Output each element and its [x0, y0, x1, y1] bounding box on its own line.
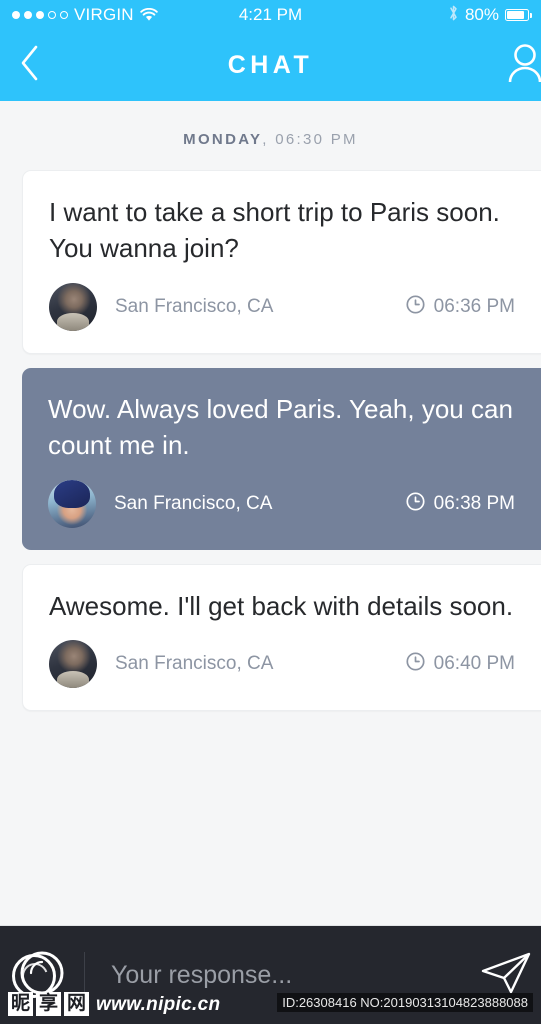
status-bar-right: 80% [448, 4, 532, 27]
message-text: Awesome. I'll get back with details soon… [49, 590, 514, 621]
message-bubble[interactable]: Awesome. I'll get back with details soon… [22, 563, 541, 712]
app-header: CHAT [0, 30, 541, 101]
person-icon [507, 42, 541, 89]
watermark-logo-icon [12, 954, 56, 998]
message-time-group: 06:40 PM [406, 652, 519, 676]
message-time-group: 06:36 PM [406, 295, 519, 319]
battery-percent-label: 80% [464, 5, 499, 24]
message-time: 06:38 PM [433, 492, 515, 514]
avatar [49, 640, 97, 689]
status-bar: VIRGIN 4:21 PM 80% [0, 0, 541, 30]
message-meta: San Francisco, CA 06:40 PM [23, 630, 541, 710]
message-location: San Francisco, CA [114, 492, 273, 514]
date-divider: MONDAY, 06:30 PM [0, 101, 541, 170]
message-location: San Francisco, CA [115, 653, 274, 675]
clock-icon [406, 652, 425, 676]
message-location: San Francisco, CA [115, 295, 274, 317]
clock-icon [406, 491, 425, 516]
message-bubble[interactable]: Wow. Always loved Paris. Yeah, you can c… [22, 367, 541, 550]
message-input[interactable] [85, 960, 471, 990]
message-bubble[interactable]: I want to take a short trip to Paris soo… [22, 170, 541, 354]
clock-icon [406, 295, 425, 319]
bluetooth-icon [448, 4, 459, 27]
date-divider-time: , 06:30 PM [262, 131, 358, 148]
date-divider-day: MONDAY [183, 131, 263, 148]
message-text: I want to take a short trip to Paris soo… [49, 197, 500, 263]
message-meta: San Francisco, CA 06:38 PM [22, 470, 541, 550]
avatar [49, 282, 97, 331]
message-list[interactable]: MONDAY, 06:30 PM I want to take a short … [0, 101, 541, 925]
battery-icon [505, 9, 532, 21]
contact-info-button[interactable] [503, 42, 541, 90]
message-meta: San Francisco, CA 06:36 PM [23, 273, 541, 353]
avatar [48, 479, 96, 528]
page-title: CHAT [227, 51, 314, 79]
chat-screen: VIRGIN 4:21 PM 80% CHAT MONDAY, 06:30 PM… [0, 0, 541, 1024]
message-time: 06:40 PM [433, 653, 515, 675]
message-time: 06:36 PM [433, 295, 515, 317]
message-time-group: 06:38 PM [406, 491, 519, 516]
watermark-id-text: ID:26308416 NO:20190313104823888088 [277, 993, 533, 1012]
message-text: Wow. Always loved Paris. Yeah, you can c… [48, 393, 513, 460]
